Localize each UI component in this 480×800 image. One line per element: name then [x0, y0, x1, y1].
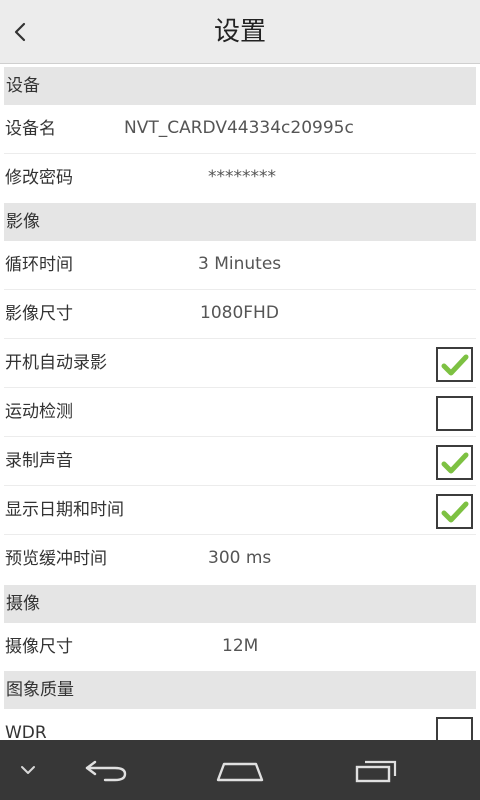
- motion-detect-checkbox[interactable]: [436, 396, 473, 431]
- show-datetime-checkbox[interactable]: [436, 494, 473, 529]
- back-arrow-icon: [85, 760, 127, 782]
- row-change-password[interactable]: 修改密码 ********: [4, 154, 476, 203]
- checkmark-icon: [441, 452, 469, 474]
- checkmark-icon: [441, 501, 469, 523]
- home-icon: [216, 762, 264, 782]
- row-wdr[interactable]: WDR: [4, 709, 476, 740]
- device-name-value: NVT_CARDV44334c20995c: [124, 118, 354, 138]
- row-auto-record[interactable]: 开机自动录影: [4, 339, 476, 388]
- row-photo-size[interactable]: 摄像尺寸 12M: [4, 623, 476, 672]
- row-label: 录制声音: [5, 451, 73, 471]
- loop-time-value: 3 Minutes: [198, 254, 282, 274]
- chevron-down-icon: [21, 766, 35, 774]
- row-label: 循环时间: [5, 255, 73, 275]
- record-audio-checkbox[interactable]: [436, 445, 473, 480]
- settings-list[interactable]: 设备 设备名 NVT_CARDV44334c20995c 修改密码 ******…: [0, 64, 480, 740]
- checkmark-icon: [441, 354, 469, 376]
- row-label: 影像尺寸: [5, 304, 73, 324]
- recent-apps-icon: [355, 760, 397, 783]
- row-record-audio[interactable]: 录制声音: [4, 437, 476, 486]
- auto-record-checkbox[interactable]: [436, 347, 473, 382]
- section-header-video: 影像: [4, 203, 476, 241]
- row-label: 设备名: [5, 119, 56, 139]
- row-label: 摄像尺寸: [5, 637, 73, 657]
- row-device-name[interactable]: 设备名 NVT_CARDV44334c20995c: [4, 105, 476, 154]
- system-nav-bar: [0, 740, 480, 800]
- row-label: 预览缓冲时间: [5, 549, 107, 569]
- nav-back-button[interactable]: [76, 740, 136, 800]
- row-preview-buffer[interactable]: 预览缓冲时间 300 ms: [4, 535, 476, 584]
- chevron-left-icon: [14, 22, 26, 42]
- row-label: 开机自动录影: [5, 353, 107, 373]
- section-header-device: 设备: [4, 67, 476, 105]
- row-video-size[interactable]: 影像尺寸 1080FHD: [4, 290, 476, 339]
- section-header-photo: 摄像: [4, 585, 476, 623]
- nav-home-button[interactable]: [206, 740, 274, 800]
- back-button[interactable]: [0, 0, 40, 64]
- row-loop-time[interactable]: 循环时间 3 Minutes: [4, 241, 476, 290]
- row-label: 显示日期和时间: [5, 500, 124, 520]
- page-title: 设置: [213, 17, 266, 47]
- section-header-quality: 图象质量: [4, 671, 476, 709]
- row-motion-detect[interactable]: 运动检测: [4, 388, 476, 437]
- photo-size-value: 12M: [222, 636, 259, 656]
- nav-hide-button[interactable]: [8, 740, 48, 800]
- nav-recents-button[interactable]: [344, 740, 408, 800]
- preview-buffer-value: 300 ms: [208, 548, 272, 568]
- row-show-datetime[interactable]: 显示日期和时间: [4, 486, 476, 535]
- password-value: ********: [208, 167, 276, 187]
- row-label: 修改密码: [5, 168, 73, 188]
- row-label: 运动检测: [5, 402, 73, 422]
- row-label: WDR: [5, 723, 47, 740]
- video-size-value: 1080FHD: [200, 303, 279, 323]
- wdr-checkbox[interactable]: [436, 717, 473, 740]
- title-bar: 设置: [0, 0, 480, 64]
